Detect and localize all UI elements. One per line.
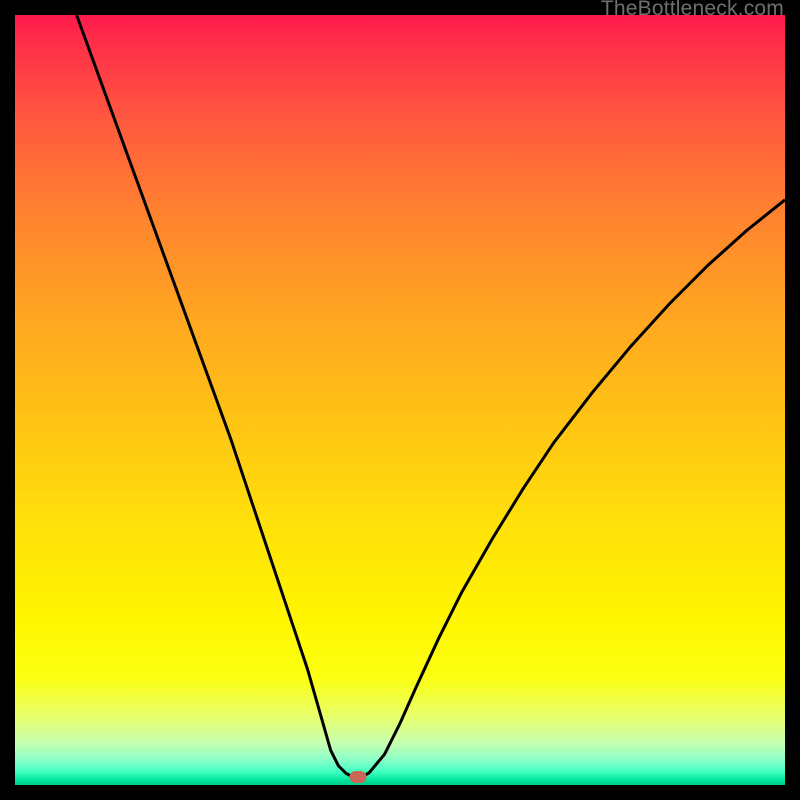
chart-curve-layer xyxy=(15,15,785,785)
bottleneck-chart: TheBottleneck.com xyxy=(0,0,800,800)
bottleneck-curve-line xyxy=(77,15,785,777)
frame-border-right xyxy=(785,0,800,800)
frame-border-bottom xyxy=(0,785,800,800)
attribution-label: TheBottleneck.com xyxy=(601,0,784,21)
frame-border-left xyxy=(0,0,15,800)
optimal-point-marker xyxy=(349,771,366,783)
